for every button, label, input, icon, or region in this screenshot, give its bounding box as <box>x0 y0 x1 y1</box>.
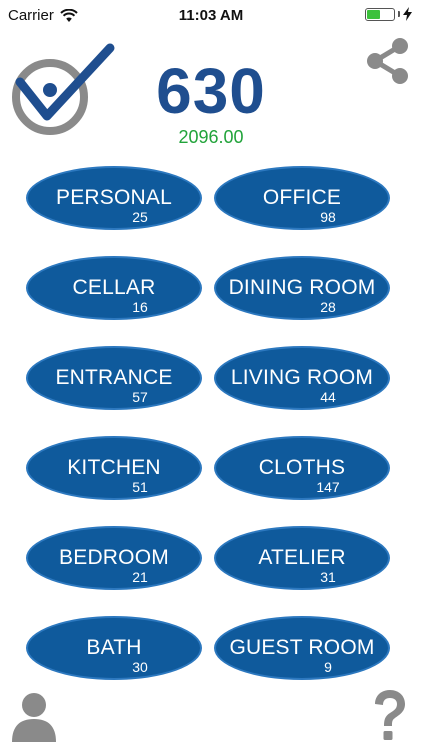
room-count: 16 <box>132 299 148 315</box>
room-button-personal[interactable]: PERSONAL 25 <box>26 166 202 230</box>
room-label: ATELIER <box>258 546 346 569</box>
room-button-bath[interactable]: BATH 30 <box>26 616 202 680</box>
status-right <box>365 7 412 21</box>
room-count: 9 <box>324 659 332 675</box>
room-label: ENTRANCE <box>55 366 173 389</box>
room-label: OFFICE <box>262 186 342 209</box>
room-count: 51 <box>132 479 148 495</box>
room-label: BEDROOM <box>59 546 169 569</box>
room-count: 57 <box>132 389 148 405</box>
room-button-entrance[interactable]: ENTRANCE 57 <box>26 346 202 410</box>
help-icon[interactable] <box>370 688 410 744</box>
battery-tip <box>398 11 400 17</box>
room-count: 44 <box>320 389 336 405</box>
room-label: BATH <box>86 636 142 659</box>
room-button-cloths[interactable]: CLOTHS 147 <box>214 436 390 500</box>
room-count: 25 <box>132 209 148 225</box>
room-label: CLOTHS <box>258 456 346 479</box>
room-count: 21 <box>132 569 148 585</box>
room-button-office[interactable]: OFFICE 98 <box>214 166 390 230</box>
total-items-count: 630 <box>156 55 266 127</box>
room-label: PERSONAL <box>56 186 172 209</box>
room-count: 98 <box>320 209 336 225</box>
room-count: 31 <box>320 569 336 585</box>
status-bar: Carrier 11:03 AM <box>0 0 422 30</box>
room-button-bedroom[interactable]: BEDROOM 21 <box>26 526 202 590</box>
status-time: 11:03 AM <box>178 7 244 24</box>
room-button-cellar[interactable]: CELLAR 16 <box>26 256 202 320</box>
room-label: KITCHEN <box>67 456 161 479</box>
room-button-guest-room[interactable]: GUEST ROOM 9 <box>214 616 390 680</box>
battery-icon <box>365 7 395 21</box>
room-count: 147 <box>316 479 340 495</box>
total-value: 2096.00 <box>178 127 244 147</box>
room-button-kitchen[interactable]: KITCHEN 51 <box>26 436 202 500</box>
room-label: DINING ROOM <box>228 276 376 299</box>
room-count: 28 <box>320 299 336 315</box>
room-label: CELLAR <box>72 276 156 299</box>
room-label: LIVING ROOM <box>230 366 374 389</box>
user-icon[interactable] <box>10 690 58 742</box>
room-button-living-room[interactable]: LIVING ROOM 44 <box>214 346 390 410</box>
room-label: GUEST ROOM <box>229 636 375 659</box>
room-button-dining-room[interactable]: DINING ROOM 28 <box>214 256 390 320</box>
charging-bolt-icon <box>403 7 412 21</box>
room-button-atelier[interactable]: ATELIER 31 <box>214 526 390 590</box>
room-count: 30 <box>132 659 148 675</box>
room-grid: PERSONAL 25 OFFICE 98 CELLAR 16 DINING R… <box>26 166 390 680</box>
